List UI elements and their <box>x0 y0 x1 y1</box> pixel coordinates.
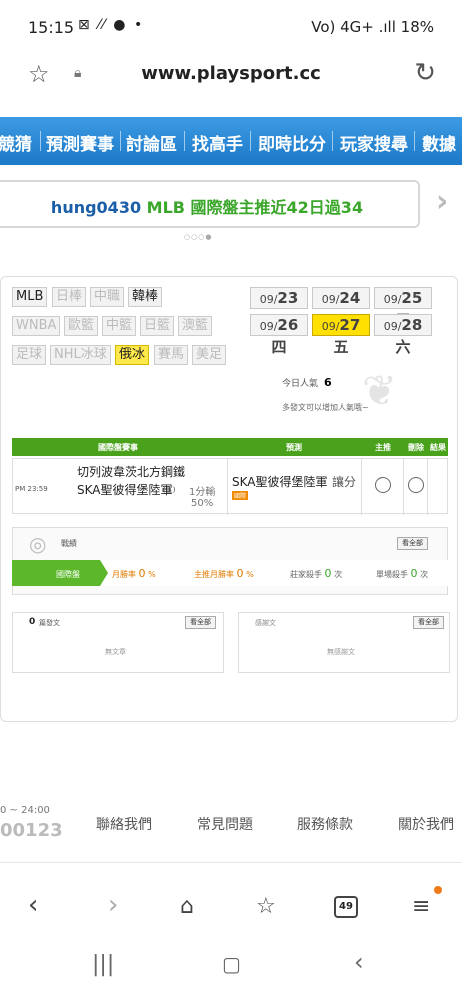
bookmarks-icon[interactable]: ☆ <box>256 894 276 919</box>
league-tag[interactable]: MLB <box>12 287 48 307</box>
spread-line: 1分輸 <box>189 487 216 498</box>
nav-item-forum[interactable]: 討論區 <box>126 130 177 155</box>
system-indicators: Vo) 4G+ .ıll 18% <box>311 18 434 36</box>
league-tag[interactable]: 美足 <box>192 345 227 365</box>
home-team: 切列波韋茨北方鋼鐵 <box>77 465 186 479</box>
popularity-value: 6 <box>324 376 332 389</box>
footer-link-terms[interactable]: 服務條款 <box>297 814 353 834</box>
pick-type: 讓分 <box>332 475 357 489</box>
date-tab[interactable]: 09/23 一 <box>250 287 308 329</box>
table-row: PM 23:59 切列波韋茨北方鋼鐵 SKA聖彼得堡陸軍 (主) 1分輸 50%… <box>12 458 448 515</box>
footer-link-faq[interactable]: 常見問題 <box>197 814 253 834</box>
posts-view-all-button[interactable]: 看全部 <box>185 616 216 629</box>
butterfly-icon: ❦ <box>362 366 398 415</box>
col-main-pick: 主推 <box>375 443 391 452</box>
popularity: 今日人氣 6 <box>282 376 332 389</box>
league-tag[interactable]: 足球 <box>12 345 47 365</box>
carousel-dots: ○○○● <box>184 233 213 241</box>
league-tag[interactable]: 韓棒 <box>128 287 163 307</box>
recents-icon[interactable]: ||| <box>92 952 114 977</box>
col-result: 結果 <box>430 443 446 452</box>
record-view-all-button[interactable]: 看全部 <box>397 537 428 550</box>
away-team: SKA聖彼得堡陸軍 <box>77 483 173 497</box>
thanks-box: 感謝文 看全部 無感謝文 <box>238 612 450 673</box>
record-tab-label[interactable]: 國際盤 <box>56 569 80 580</box>
spread-pct: 50% <box>191 498 214 509</box>
col-event: 國際盤賽事 <box>98 443 138 452</box>
posts-label: 篇發文 <box>39 619 60 627</box>
league-tag[interactable]: 中籃 <box>102 316 137 336</box>
date-tab[interactable]: 09/25 三 <box>374 287 432 329</box>
main-pick-radio[interactable] <box>375 477 391 493</box>
url-text[interactable]: www.playsport.cc <box>0 63 462 84</box>
promo-banner[interactable]: hung0430 MLB 國際盤主推近42日過34 <box>0 180 420 228</box>
pick-team: SKA聖彼得堡陸軍 <box>232 475 328 489</box>
pick-badge: 國際 <box>232 491 249 500</box>
main-nav: 競猜 預測賽事 討論區 找高手 即時比分 玩家搜尋 數據 <box>0 117 462 165</box>
game-time: PM 23:59 <box>15 485 48 493</box>
league-tag[interactable]: 歐籃 <box>64 316 99 336</box>
league-tag[interactable]: 俄冰 <box>115 345 150 365</box>
league-tag[interactable]: WNBA <box>12 316 61 336</box>
service-hours: 0 ~ 24:00 <box>0 805 50 816</box>
banner-text: MLB 國際盤主推近42日過34 <box>146 198 364 217</box>
league-tag[interactable]: 日籃 <box>140 316 175 336</box>
nav-item-data[interactable]: 數據 <box>422 130 456 155</box>
posts-box: 0 篇發文 看全部 無文章 <box>12 612 224 673</box>
record-stat: 莊家殺手 0 次 <box>290 567 343 580</box>
popularity-hint: 多發文可以增加人氣哦~ <box>282 403 369 412</box>
system-home-icon[interactable]: ▢ <box>222 952 241 976</box>
system-back-icon[interactable]: ‹ <box>354 948 364 976</box>
status-bar: 15:15 ⊠ ⁄⁄ ● • Vo) 4G+ .ıll 18% <box>0 0 462 56</box>
thanks-label: 感謝文 <box>255 619 276 627</box>
tabs-icon[interactable]: 49 <box>334 896 358 918</box>
popularity-label: 今日人氣 <box>282 379 319 389</box>
league-tag[interactable]: 澳籃 <box>178 316 213 336</box>
target-icon: ◎ <box>29 532 47 556</box>
nav-item-experts[interactable]: 找高手 <box>192 130 243 155</box>
away-tag: (主) <box>163 486 176 494</box>
record-stat: 主推月勝率 0 % <box>194 567 254 580</box>
thanks-empty: 無感謝文 <box>327 648 355 656</box>
league-tag[interactable]: 日棒 <box>52 287 87 307</box>
home-icon[interactable]: ⌂ <box>180 894 194 919</box>
delete-radio[interactable] <box>408 477 424 493</box>
thanks-view-all-button[interactable]: 看全部 <box>413 616 444 629</box>
service-phone: 00123 <box>0 820 63 841</box>
menu-notification-dot <box>434 886 442 894</box>
posts-count: 0 <box>29 617 36 627</box>
footer-link-contact[interactable]: 聯絡我們 <box>96 814 152 834</box>
address-bar[interactable]: ☆ 🔒︎ www.playsport.cc ↻ <box>0 52 462 100</box>
league-tag[interactable]: 賽馬 <box>154 345 189 365</box>
date-tab[interactable]: 09/24 二 <box>312 287 370 329</box>
menu-icon[interactable]: ≡ <box>412 894 430 919</box>
prediction-table-header: 國際盤賽事 預測 主推 刪除 結果 <box>12 438 448 456</box>
posts-empty: 無文章 <box>105 648 126 656</box>
date-tab[interactable]: 09/26 四 <box>250 314 308 356</box>
forward-icon[interactable]: › <box>108 890 118 920</box>
record-stat: 月勝率 0 % <box>112 567 156 580</box>
reload-icon[interactable]: ↻ <box>414 58 436 88</box>
footer-link-about[interactable]: 關於我們 <box>398 814 454 834</box>
notification-icons: ⊠ ⁄⁄ ● • <box>78 17 145 33</box>
league-tag[interactable]: 中職 <box>90 287 125 307</box>
nav-item-guess[interactable]: 競猜 <box>0 130 32 155</box>
nav-item-live-score[interactable]: 即時比分 <box>258 130 326 155</box>
record-title: 戰績 <box>61 539 77 548</box>
nav-item-predict[interactable]: 預測賽事 <box>46 130 114 155</box>
back-icon[interactable]: ‹ <box>28 890 38 920</box>
clock: 15:15 <box>28 18 75 37</box>
chevron-right-icon[interactable]: › <box>436 184 448 219</box>
league-tag[interactable]: NHL冰球 <box>50 345 111 365</box>
record-stat: 單場殺手 0 次 <box>376 567 429 580</box>
col-predict: 預測 <box>286 443 302 452</box>
date-tab[interactable]: 09/28 六 <box>374 314 432 356</box>
banner-user: hung0430 <box>50 198 142 217</box>
col-delete: 刪除 <box>408 443 424 452</box>
date-tab[interactable]: 09/27 五 <box>312 314 370 356</box>
nav-item-player-search[interactable]: 玩家搜尋 <box>340 130 408 155</box>
